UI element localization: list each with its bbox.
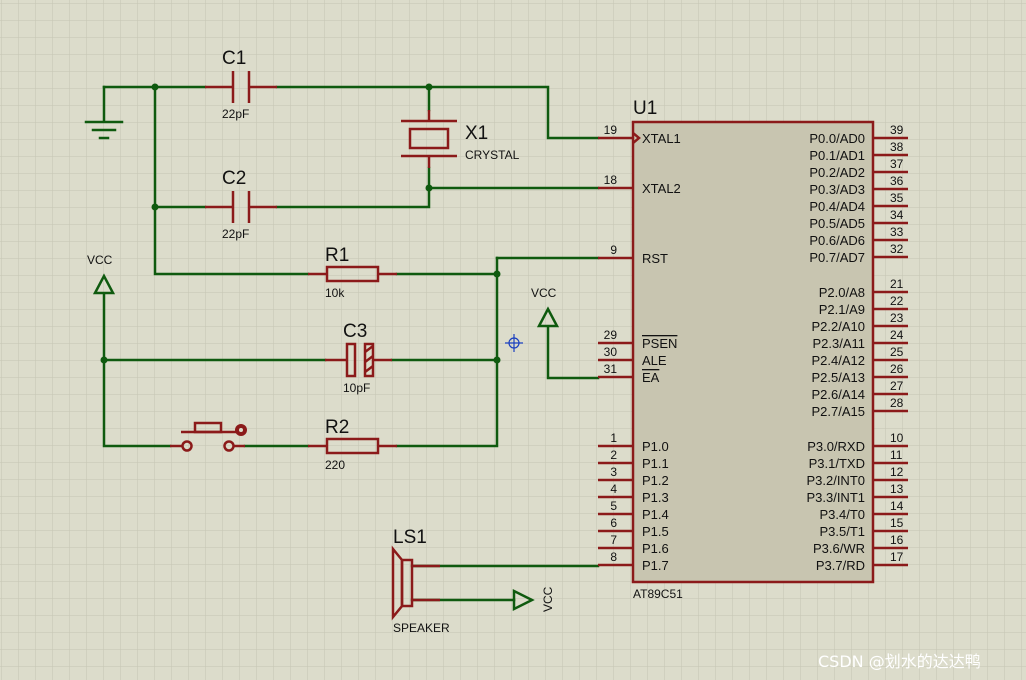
pin-name: P0.4/AD4 bbox=[809, 199, 865, 214]
pin-name: P3.0/RXD bbox=[807, 439, 865, 454]
pin-name: P0.7/AD7 bbox=[809, 250, 865, 265]
pin-name: P1.5 bbox=[642, 524, 669, 539]
pin-name: P0.3/AD3 bbox=[809, 182, 865, 197]
pin-number: 17 bbox=[890, 550, 904, 564]
pin-number: 15 bbox=[890, 516, 904, 530]
r2-value: 220 bbox=[325, 458, 345, 472]
vcc-mid-label: VCC bbox=[531, 286, 557, 300]
c3-ref: C3 bbox=[343, 321, 367, 342]
pin-number: 2 bbox=[610, 448, 617, 462]
pin-name: ALE bbox=[642, 353, 667, 368]
pin-number: 10 bbox=[890, 431, 904, 445]
vcc-speaker-label: VCC bbox=[541, 586, 555, 612]
pin-name: P3.2/INT0 bbox=[806, 473, 865, 488]
vcc-left-label: VCC bbox=[87, 253, 113, 267]
pin-name: P3.7/RD bbox=[816, 558, 865, 573]
pin-name: XTAL1 bbox=[642, 131, 681, 146]
chip-u1[interactable]: U1 AT89C51 19XTAL118XTAL29RST29PSEN30ALE… bbox=[598, 98, 908, 601]
pin-name: P2.3/A11 bbox=[812, 336, 865, 351]
pin-number: 8 bbox=[610, 550, 617, 564]
r2-ref: R2 bbox=[325, 417, 349, 438]
pin-number: 29 bbox=[604, 328, 618, 342]
c1-ref: C1 bbox=[222, 48, 246, 69]
r1-value: 10k bbox=[325, 286, 345, 300]
pin-name: P3.4/T0 bbox=[819, 507, 865, 522]
pin-number: 1 bbox=[610, 431, 617, 445]
pin-number: 5 bbox=[610, 499, 617, 513]
pin-number: 30 bbox=[604, 345, 618, 359]
pin-name: P2.7/A15 bbox=[812, 404, 866, 419]
pin-number: 21 bbox=[890, 277, 904, 291]
pin-number: 28 bbox=[890, 396, 904, 410]
pin-name: P1.3 bbox=[642, 490, 669, 505]
pin-number: 6 bbox=[610, 516, 617, 530]
pin-name: P3.5/T1 bbox=[819, 524, 865, 539]
ls1-ref: LS1 bbox=[393, 527, 427, 548]
pin-number: 35 bbox=[890, 191, 904, 205]
pin-number: 23 bbox=[890, 311, 904, 325]
pin-number: 19 bbox=[604, 123, 618, 137]
c3-value: 10pF bbox=[343, 381, 370, 395]
pin-name: P0.2/AD2 bbox=[809, 165, 865, 180]
c1-value: 22pF bbox=[222, 107, 249, 121]
pin-name: P2.1/A9 bbox=[819, 302, 865, 317]
pin-name: P3.6/WR bbox=[813, 541, 865, 556]
c2-ref: C2 bbox=[222, 168, 246, 189]
pin-number: 31 bbox=[604, 362, 618, 376]
pin-number: 12 bbox=[890, 465, 904, 479]
pin-name: P0.5/AD5 bbox=[809, 216, 865, 231]
pin-number: 25 bbox=[890, 345, 904, 359]
pin-name: XTAL2 bbox=[642, 181, 681, 196]
pin-name: PSEN bbox=[642, 336, 677, 351]
pin-number: 32 bbox=[890, 242, 904, 256]
r1-ref: R1 bbox=[325, 245, 349, 266]
pin-number: 11 bbox=[890, 448, 903, 462]
pin-name: P1.4 bbox=[642, 507, 669, 522]
pin-number: 18 bbox=[604, 173, 618, 187]
pin-name: P3.3/INT1 bbox=[806, 490, 865, 505]
pin-name: P2.2/A10 bbox=[812, 319, 866, 334]
pin-number: 16 bbox=[890, 533, 904, 547]
pin-number: 3 bbox=[610, 465, 617, 479]
pin-number: 39 bbox=[890, 123, 904, 137]
pin-name: P0.0/AD0 bbox=[809, 131, 865, 146]
pin-name: P3.1/TXD bbox=[809, 456, 865, 471]
c2-value: 22pF bbox=[222, 227, 249, 241]
pin-name: P0.1/AD1 bbox=[809, 148, 865, 163]
pin-name: RST bbox=[642, 251, 668, 266]
pin-name: P1.6 bbox=[642, 541, 669, 556]
schematic-canvas[interactable]: C1 22pF C2 22pF X1 CRYSTAL R1 10k C3 10p… bbox=[0, 0, 1026, 680]
pin-number: 33 bbox=[890, 225, 904, 239]
pin-name: P0.6/AD6 bbox=[809, 233, 865, 248]
pin-name: P1.7 bbox=[642, 558, 669, 573]
u1-value: AT89C51 bbox=[633, 587, 683, 601]
pin-number: 24 bbox=[890, 328, 904, 342]
pin-number: 37 bbox=[890, 157, 904, 171]
ls1-value: SPEAKER bbox=[393, 621, 450, 635]
pin-name: P2.6/A14 bbox=[812, 387, 866, 402]
pin-name: P1.0 bbox=[642, 439, 669, 454]
pin-number: 26 bbox=[890, 362, 904, 376]
pin-number: 7 bbox=[610, 533, 617, 547]
pin-number: 38 bbox=[890, 140, 904, 154]
u1-ref: U1 bbox=[633, 98, 657, 119]
x1-value: CRYSTAL bbox=[465, 148, 520, 162]
pin-number: 4 bbox=[610, 482, 617, 496]
x1-ref: X1 bbox=[465, 123, 488, 144]
pin-number: 14 bbox=[890, 499, 904, 513]
pin-number: 22 bbox=[890, 294, 904, 308]
pin-name: P2.0/A8 bbox=[819, 285, 865, 300]
pin-name: P2.5/A13 bbox=[812, 370, 866, 385]
pin-name: P1.2 bbox=[642, 473, 669, 488]
pin-number: 34 bbox=[890, 208, 904, 222]
watermark: CSDN @划水的达达鸭 bbox=[818, 652, 981, 671]
pin-name: P2.4/A12 bbox=[812, 353, 866, 368]
pin-number: 13 bbox=[890, 482, 904, 496]
pin-number: 9 bbox=[610, 243, 617, 257]
pin-name: P1.1 bbox=[642, 456, 669, 471]
pin-name: EA bbox=[642, 370, 660, 385]
pin-number: 36 bbox=[890, 174, 904, 188]
pin-number: 27 bbox=[890, 379, 904, 393]
